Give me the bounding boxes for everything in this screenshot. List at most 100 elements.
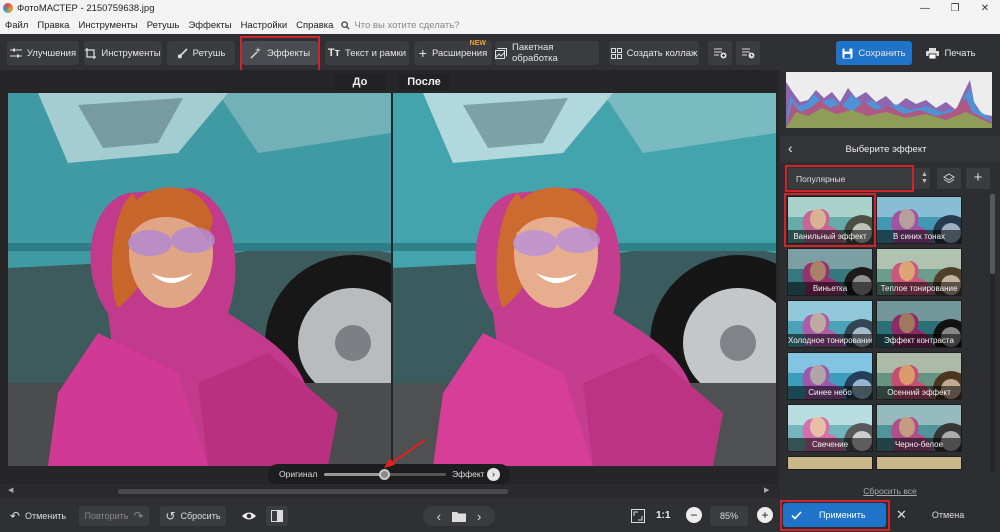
menu-bar: Файл Правка Инструменты Ретушь Эффекты Н… [0,16,1000,34]
file-navigation: ‹ › [423,506,495,526]
effect-name: Виньетка [788,282,872,295]
tab-improvements-label: Улучшения [26,47,77,59]
title-bar: ФотоМАСТЕР - 2150759638.jpg — ❐ ✕ [0,0,1000,16]
effect-thumbnail[interactable]: Теплое тонирование [876,248,962,296]
new-badge: NEW [469,40,486,47]
scrollbar-thumb[interactable] [118,489,508,494]
compare-view-button[interactable] [266,506,288,526]
preview-eye-button[interactable] [238,506,260,526]
save-button[interactable]: Сохранить [836,41,912,65]
chevron-right-icon[interactable]: › [487,468,500,481]
effect-name: Теплое тонирование [877,282,961,295]
create-collage-button[interactable]: Создать коллаж [609,41,699,65]
tab-retouch[interactable]: Ретушь [167,41,235,65]
brush-icon [177,47,188,58]
redo-icon: ↷ [133,509,144,523]
effect-thumbnail[interactable]: Виньетка [787,248,873,296]
effect-thumbnail[interactable]: Осенний эффект [876,352,962,400]
panel-header: ‹ Выберите эффект [780,136,1000,162]
menu-retouch[interactable]: Ретушь [142,20,184,31]
text-icon: Tт [327,47,341,59]
redo-button[interactable]: Повторить ↷ [79,506,149,526]
next-image-icon[interactable]: › [477,509,481,524]
history-list-button[interactable] [736,41,760,65]
effect-thumbnail[interactable]: Эффект контраста [876,300,962,348]
after-photo [393,93,776,466]
add-list-button[interactable] [708,41,732,65]
reset-label: Сбросить [180,511,221,521]
prev-image-icon[interactable]: ‹ [437,509,441,524]
layers-icon [943,173,955,184]
zoom-out-icon[interactable]: − [686,507,702,523]
menu-search[interactable]: Что вы хотите сделать? [341,20,459,31]
effect-thumbnail-partial[interactable] [787,456,873,470]
effect-thumbnail[interactable]: Синее небо [787,352,873,400]
menu-tools[interactable]: Инструменты [73,20,141,31]
dropdown-arrows-icon: ▲ ▼ [921,171,928,185]
effect-name: Синее небо [788,386,872,399]
reset-all-link[interactable]: Сбросить все [780,486,1000,496]
effect-thumbnail[interactable]: В синих тонах [876,196,962,244]
reset-icon: ↺ [165,509,176,523]
undo-button[interactable]: ↶ Отменить [5,506,71,526]
main-toolbar: Улучшения Инструменты Ретушь Эффекты Tт … [0,34,1000,70]
maximize-icon[interactable]: ❐ [940,0,970,16]
tab-tools-label: Инструменты [101,47,161,59]
menu-edit[interactable]: Правка [32,20,73,31]
floppy-disk-icon [842,48,853,58]
undo-icon: ↶ [9,509,20,523]
plus-icon: + [418,45,427,61]
tab-text-frames-label: Текст и рамки [345,47,407,59]
minimize-icon[interactable]: — [910,0,940,16]
effect-thumbnail[interactable]: Холодное тонирование [787,300,873,348]
effects-scrollbar-thumb[interactable] [990,194,995,274]
panel-title: Выберите эффект [845,144,927,155]
fit-screen-button[interactable] [628,506,648,526]
zoom-level-field[interactable]: 85% [710,506,748,526]
add-effect-button[interactable]: + [966,168,990,189]
layers-button[interactable] [937,168,961,189]
menu-help[interactable]: Справка [291,20,337,31]
tab-extensions[interactable]: + Расширения NEW [414,40,492,65]
effect-name: Эффект контраста [877,334,961,347]
original-label: Оригинал [279,469,318,479]
tab-improvements[interactable]: Улучшения [7,41,79,65]
cancel-button[interactable]: ✕ Отмена [892,503,996,527]
list-add-icon [713,48,726,59]
tab-tools[interactable]: Инструменты [84,41,162,65]
save-label: Сохранить [858,47,906,59]
effect-name: Осенний эффект [877,386,961,399]
histogram [786,72,992,128]
effect-name: В синих тонах [877,230,961,243]
print-button[interactable]: Печать [916,41,986,65]
reset-button[interactable]: ↺ Сбросить [160,506,226,526]
highlight-category-dropdown [785,165,914,192]
scroll-right-icon[interactable]: ▶ [764,487,769,494]
batch-processing-button[interactable]: Пакетная обработка [495,41,599,65]
folder-icon[interactable] [452,511,466,522]
effect-name: Черно-белое [877,438,961,451]
list-clock-icon [741,48,754,59]
close-icon[interactable]: ✕ [970,0,1000,16]
scroll-left-icon[interactable]: ◀ [8,487,13,494]
tab-retouch-label: Ретушь [192,47,226,59]
after-label: После [398,74,450,90]
tab-text-frames[interactable]: Tт Текст и рамки [325,41,409,65]
effect-thumbnail[interactable]: Свечение [787,404,873,452]
effects-scrollbar[interactable] [990,194,995,472]
effect-thumbnail-partial[interactable] [876,456,962,470]
before-label: До [334,74,386,90]
menu-settings[interactable]: Настройки [236,20,292,31]
slider-fill [324,473,385,476]
before-photo [8,93,391,466]
ratio-button[interactable]: 1:1 [656,510,670,521]
crop-icon [85,47,97,59]
search-placeholder: Что вы хотите сделать? [354,19,460,31]
highlight-apply-button [780,500,890,531]
batch-processing-label: Пакетная обработка [512,42,558,64]
effect-thumbnail[interactable]: Черно-белое [876,404,962,452]
menu-effects[interactable]: Эффекты [183,20,235,31]
menu-file[interactable]: Файл [0,20,32,31]
horizontal-scrollbar[interactable]: ◀ ▶ [0,484,780,498]
zoom-in-icon[interactable]: + [757,507,773,523]
